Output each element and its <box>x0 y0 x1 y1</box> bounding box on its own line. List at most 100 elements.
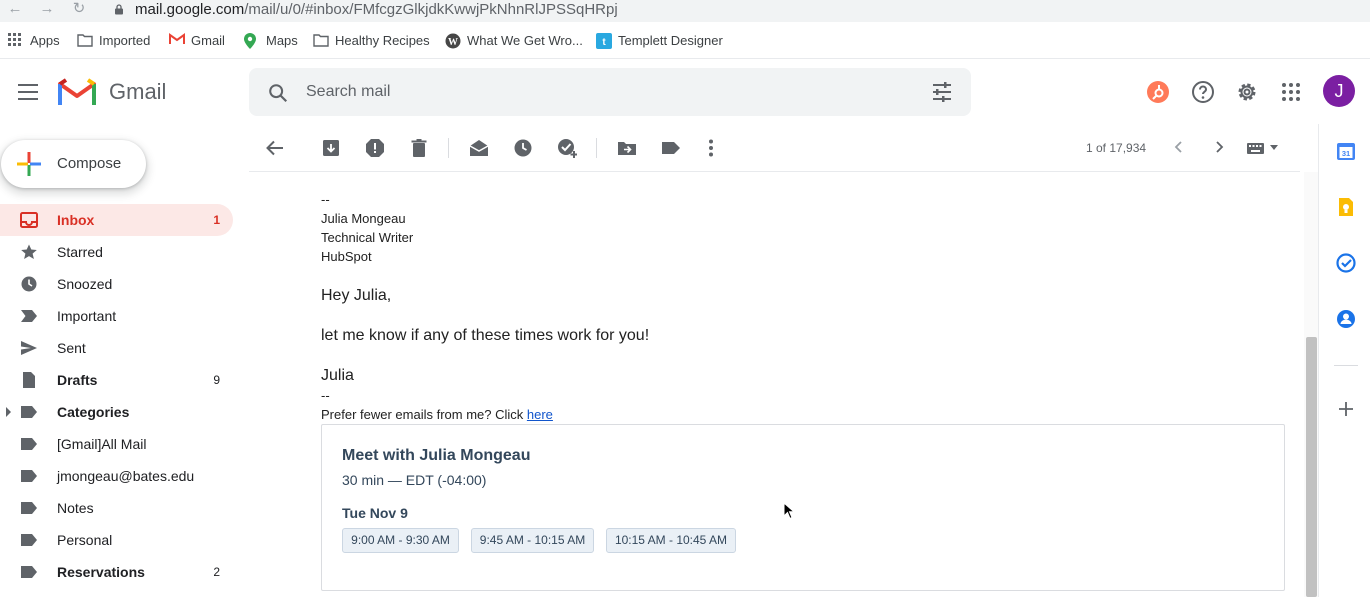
svg-text:W: W <box>448 37 458 48</box>
wordpress-icon: W <box>445 33 461 49</box>
hubspot-extension-icon[interactable] <box>1146 80 1170 104</box>
message-greeting: Hey Julia, <box>321 287 392 304</box>
get-add-ons-plus-icon[interactable] <box>1336 399 1356 419</box>
folder-icon <box>313 33 329 49</box>
time-slot-button[interactable]: 10:15 AM - 10:45 AM <box>606 528 736 553</box>
time-slot-button[interactable]: 9:45 AM - 10:15 AM <box>471 528 594 553</box>
snooze-clock-icon[interactable] <box>513 138 533 158</box>
sidebar-item-sent[interactable]: Sent <box>0 332 233 364</box>
older-chevron-icon[interactable] <box>1211 139 1227 155</box>
bookmark-gmail[interactable]: Gmail <box>169 33 225 49</box>
draft-icon <box>23 372 35 388</box>
message-scrollbar[interactable] <box>1306 337 1317 597</box>
delete-icon[interactable] <box>409 138 429 158</box>
more-options-icon[interactable] <box>701 138 721 158</box>
back-to-inbox-icon[interactable] <box>265 138 285 158</box>
search-input[interactable] <box>306 80 906 104</box>
send-icon <box>21 341 37 355</box>
meeting-title: Meet with Julia Mongeau <box>342 447 531 464</box>
google-keep-icon[interactable] <box>1336 197 1356 217</box>
expand-caret-icon[interactable] <box>6 407 11 417</box>
signature-company: HubSpot <box>321 249 372 264</box>
account-avatar[interactable]: J <box>1323 75 1355 107</box>
bookmark-imported[interactable]: Imported <box>77 33 150 49</box>
mouse-pointer-icon <box>783 502 795 520</box>
apps-grid-icon <box>8 33 24 49</box>
svg-text:31: 31 <box>1342 149 1350 158</box>
label-icon <box>21 470 37 482</box>
meeting-scheduler-card: Meet with Julia Mongeau 30 min — EDT (-0… <box>321 424 1285 591</box>
sidebar-item-personal[interactable]: Personal <box>0 524 233 556</box>
side-panel-rail <box>1318 124 1370 597</box>
sidebar-item-categories[interactable]: Categories <box>0 396 233 428</box>
google-tasks-icon[interactable] <box>1336 253 1356 273</box>
signature-separator: -- <box>321 192 330 207</box>
search-icon[interactable] <box>267 82 289 104</box>
input-tools-keyboard-icon[interactable] <box>1246 141 1280 155</box>
reservations-count: 2 <box>213 565 220 579</box>
message-closing: Julia <box>321 367 354 384</box>
compose-button[interactable]: Compose <box>1 140 146 188</box>
add-to-tasks-icon[interactable] <box>557 138 577 158</box>
star-icon <box>21 244 37 259</box>
folder-icon <box>77 33 93 49</box>
sidebar-item-notes[interactable]: Notes <box>0 492 233 524</box>
labels-icon[interactable] <box>661 138 681 158</box>
url-text[interactable]: mail.google.com/mail/u/0/#inbox/FMfcgzGl… <box>135 0 618 19</box>
rail-divider <box>1334 365 1358 366</box>
important-icon <box>21 310 37 322</box>
google-contacts-icon[interactable] <box>1336 309 1356 329</box>
meeting-date: Tue Nov 9 <box>342 505 408 521</box>
inbox-icon <box>20 212 38 228</box>
sidebar-item-all-mail[interactable]: [Gmail]All Mail <box>0 428 233 460</box>
archive-icon[interactable] <box>321 138 341 158</box>
toolbar-divider <box>448 138 449 158</box>
unsubscribe-line: Prefer fewer emails from me? Click here <box>321 407 553 422</box>
maps-icon <box>244 33 260 49</box>
mark-unread-icon[interactable] <box>469 138 489 158</box>
report-spam-icon[interactable] <box>365 138 385 158</box>
bookmark-healthy-recipes[interactable]: Healthy Recipes <box>313 33 430 49</box>
help-icon[interactable] <box>1191 80 1215 104</box>
toolbar-divider <box>596 138 597 158</box>
reload-icon[interactable]: ↻ <box>68 0 90 20</box>
bookmark-what-we-get-wrong[interactable]: W What We Get Wro... <box>445 33 583 49</box>
back-arrow-icon[interactable]: ← <box>4 0 26 20</box>
forward-arrow-icon[interactable]: → <box>36 0 58 20</box>
plus-icon <box>17 152 41 176</box>
lock-icon <box>115 4 123 15</box>
move-to-icon[interactable] <box>617 138 637 158</box>
browser-url-bar: ← → ↻ mail.google.com/mail/u/0/#inbox/FM… <box>0 0 1370 22</box>
settings-gear-icon[interactable] <box>1235 80 1259 104</box>
label-icon <box>21 502 37 514</box>
unsubscribe-link[interactable]: here <box>527 407 553 422</box>
label-icon <box>21 438 37 450</box>
google-calendar-icon[interactable]: 31 <box>1336 141 1356 161</box>
time-slot-button[interactable]: 9:00 AM - 9:30 AM <box>342 528 459 553</box>
sidebar-item-jmongeau-bates[interactable]: jmongeau@bates.edu <box>0 460 233 492</box>
newer-chevron-icon[interactable] <box>1171 139 1187 155</box>
sidebar-item-inbox[interactable]: Inbox 1 <box>0 204 233 236</box>
bookmark-templett-designer[interactable]: t Templett Designer <box>596 33 723 49</box>
signature-name: Julia Mongeau <box>321 211 406 226</box>
main-menu-icon[interactable] <box>18 84 38 100</box>
sidebar-item-reservations[interactable]: Reservations 2 <box>0 556 233 588</box>
drafts-count: 9 <box>213 373 220 387</box>
bookmarks-bar: Apps Imported Gmail Maps Healthy Recipes… <box>0 22 1370 59</box>
pager-count: 1 of 17,934 <box>1086 141 1147 155</box>
sidebar-item-drafts[interactable]: Drafts 9 <box>0 364 233 396</box>
sidebar-item-starred[interactable]: Starred <box>0 236 233 268</box>
gmail-wordmark[interactable]: Gmail <box>109 79 166 105</box>
gmail-logo-icon[interactable] <box>58 78 96 106</box>
sidebar-item-snoozed[interactable]: Snoozed <box>0 268 233 300</box>
signature-separator-2: -- <box>321 388 330 403</box>
signature-title: Technical Writer <box>321 230 414 245</box>
search-options-icon[interactable] <box>931 81 953 103</box>
google-apps-icon[interactable] <box>1279 80 1303 104</box>
label-icon <box>21 534 37 546</box>
bookmark-maps[interactable]: Maps <box>244 33 298 49</box>
label-icon <box>21 406 37 418</box>
clock-icon <box>21 276 37 292</box>
bookmark-apps[interactable]: Apps <box>8 33 60 49</box>
sidebar-item-important[interactable]: Important <box>0 300 233 332</box>
